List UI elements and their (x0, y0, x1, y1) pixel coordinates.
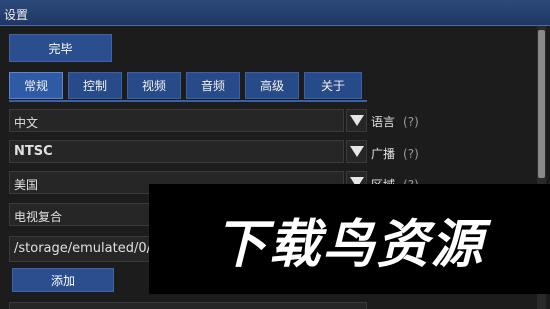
watermark-overlay: 下载鸟资源 (149, 184, 550, 294)
chevron-down-icon (349, 115, 364, 126)
next-field[interactable] (9, 302, 367, 309)
broadcast-help[interactable]: (?) (403, 147, 419, 161)
tab-general[interactable]: 常规 (9, 72, 63, 99)
tab-about[interactable]: 关于 (304, 72, 362, 99)
language-label-text: 语言 (371, 115, 396, 129)
broadcast-label-text: 广播 (371, 147, 396, 161)
window-title: 设置 (0, 0, 550, 26)
language-dropdown-button[interactable] (346, 109, 367, 132)
language-row: 中文 (9, 109, 367, 132)
tab-audio[interactable]: 音频 (186, 72, 240, 99)
language-select[interactable]: 中文 (9, 109, 344, 132)
tab-advanced[interactable]: 高级 (245, 72, 299, 99)
tab-video[interactable]: 视频 (127, 72, 181, 99)
broadcast-row: NTSC (9, 140, 367, 163)
tab-bar: 常规 控制 视频 音频 高级 关于 (9, 72, 362, 99)
broadcast-dropdown-button[interactable] (346, 140, 367, 163)
done-button[interactable]: 完毕 (9, 34, 112, 62)
broadcast-select[interactable]: NTSC (9, 140, 344, 163)
add-path-button[interactable]: 添加 (12, 268, 114, 292)
watermark-text: 下载鸟资源 (214, 214, 485, 275)
tab-underline (9, 100, 367, 102)
scrollbar-thumb[interactable] (538, 30, 545, 178)
chevron-down-icon (349, 146, 364, 157)
language-label: 语言 (?) (371, 113, 419, 130)
tab-controls[interactable]: 控制 (68, 72, 122, 99)
broadcast-label: 广播 (?) (371, 145, 419, 162)
language-help[interactable]: (?) (403, 115, 419, 129)
